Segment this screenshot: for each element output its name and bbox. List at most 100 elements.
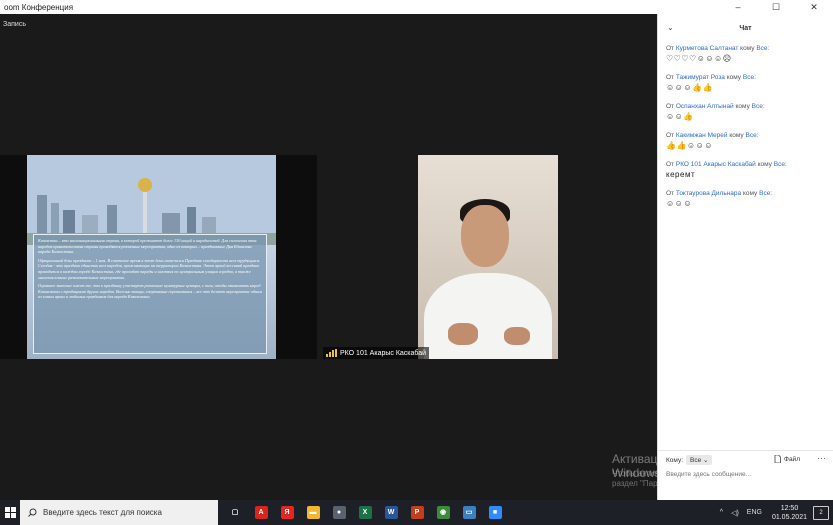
participant-video-tile[interactable] bbox=[418, 155, 558, 359]
to-word: кому bbox=[740, 45, 755, 52]
chat-message-list: От Курметова Салтанат кому Все: ♡♡♡♡☺☺☺☹ О… bbox=[658, 42, 833, 220]
chat-message: От Курметова Салтанат кому Все: ♡♡♡♡☺☺☺☹ bbox=[666, 44, 825, 65]
chevron-down-icon[interactable]: ⌄ bbox=[667, 23, 674, 32]
from-prefix: От bbox=[666, 132, 675, 139]
taskbar-search[interactable]: Введите здесь текст для поиска bbox=[20, 500, 218, 525]
chat-message: От Тажимурат Роза кому Все: ☺☺☺👍👍 bbox=[666, 73, 825, 94]
participant-name-tag: РКО 101 Акарыс Каскабай bbox=[323, 347, 430, 359]
search-icon bbox=[28, 508, 37, 517]
powerpoint-icon: P bbox=[410, 506, 424, 519]
desktop-taskbar-button[interactable]: ▭ bbox=[456, 500, 482, 525]
chat-message: От Какимжан Мерей кому Все: 👍👍☺☺☺ bbox=[666, 131, 825, 152]
word-taskbar-button[interactable]: W bbox=[378, 500, 404, 525]
slide-paragraph: Официальный день праздника – 1 мая. В со… bbox=[38, 257, 261, 280]
slide-paragraph: Огромное значение имеет то, что к праздн… bbox=[38, 283, 262, 300]
sender-name[interactable]: РКО 101 Акарыс Каскабай bbox=[676, 161, 756, 168]
from-prefix: От bbox=[666, 103, 675, 110]
yandex-icon: Я bbox=[280, 506, 294, 519]
sender-name[interactable]: Тажимурат Роза bbox=[676, 74, 725, 81]
to-label: Кому: bbox=[666, 456, 683, 464]
slide-paragraph: Казахстан – это многонациональная страна… bbox=[38, 238, 257, 255]
chat-title: Чат bbox=[739, 24, 752, 32]
chat-message: От Оспанхан Алтынай кому Все: ☺☺👍 bbox=[666, 102, 825, 123]
window-title: oom Конференция bbox=[4, 2, 74, 12]
speaker-icon[interactable]: ◁) bbox=[731, 509, 739, 517]
system-tray: ^ ◁) ENG 12:50 01.05.2021 2 bbox=[716, 500, 833, 525]
notification-center-button[interactable]: 2 bbox=[813, 505, 829, 520]
task-view-taskbar-button[interactable]: ▢ bbox=[222, 500, 248, 525]
chat-message-body: ☺☺👍 bbox=[666, 112, 694, 121]
presentation-slide: Казахстан – это многонациональная страна… bbox=[27, 155, 276, 359]
desktop-icon: ▭ bbox=[462, 506, 476, 519]
notification-count: 2 bbox=[819, 509, 823, 516]
recipient-name[interactable]: Все: bbox=[759, 190, 772, 197]
chat-message-meta: От Какимжан Мерей кому Все: bbox=[666, 131, 825, 140]
start-button[interactable] bbox=[0, 500, 20, 525]
file-explorer-taskbar-button[interactable]: ▬ bbox=[300, 500, 326, 525]
participant-hand bbox=[504, 327, 530, 345]
chat-message: От Токтаурова Дильнара кому Все: ☺☺☺ bbox=[666, 189, 825, 210]
file-icon bbox=[774, 455, 781, 463]
chat-panel: ⌄ Чат От Курметова Салтанат кому Все: ♡♡♡… bbox=[657, 14, 833, 500]
chat-message: От РКО 101 Акарыс Каскабай кому Все: кере… bbox=[666, 160, 825, 181]
excel-icon: X bbox=[358, 506, 372, 519]
close-button[interactable]: ✕ bbox=[795, 0, 833, 14]
maximize-button[interactable]: ☐ bbox=[757, 0, 795, 14]
to-word: кому bbox=[726, 74, 742, 81]
to-word: кому bbox=[742, 190, 758, 197]
recipient-select[interactable]: Все ⌄ bbox=[686, 455, 713, 465]
chat-message-body: керемт bbox=[666, 170, 696, 179]
recipient-name[interactable]: Все: bbox=[774, 161, 787, 168]
participant-face bbox=[461, 205, 509, 267]
yandex-taskbar-button[interactable]: Я bbox=[274, 500, 300, 525]
shared-screen-tile[interactable]: Казахстан – это многонациональная страна… bbox=[0, 155, 317, 359]
sender-name[interactable]: Оспанхан Алтынай bbox=[676, 103, 734, 110]
chat-message-meta: От Оспанхан Алтынай кому Все: bbox=[666, 102, 825, 111]
tray-chevron-icon[interactable]: ^ bbox=[720, 509, 723, 516]
from-prefix: От bbox=[666, 45, 675, 52]
taskbar-apps: ▢ A Я ▬ ● X W P ◉ ▭ ■ bbox=[222, 500, 508, 525]
chat-composer: Кому: Все ⌄ Файл ··· bbox=[658, 450, 833, 500]
zoom-icon: ■ bbox=[488, 506, 502, 519]
powerpoint-taskbar-button[interactable]: P bbox=[404, 500, 430, 525]
camera-icon: ● bbox=[332, 506, 346, 519]
recipient-row: Кому: Все ⌄ bbox=[666, 455, 713, 465]
task-view-icon: ▢ bbox=[228, 506, 242, 519]
slide-text-box: Казахстан – это многонациональная страна… bbox=[33, 234, 267, 354]
minimize-button[interactable]: – bbox=[719, 0, 757, 14]
sender-name[interactable]: Какимжан Мерей bbox=[676, 132, 728, 139]
acrobat-icon: A bbox=[254, 506, 268, 519]
title-bar: oom Конференция – ☐ ✕ bbox=[0, 0, 833, 14]
sender-name[interactable]: Токтаурова Дильнара bbox=[676, 190, 741, 197]
participant-hand bbox=[448, 323, 478, 345]
clock[interactable]: 12:50 01.05.2021 bbox=[772, 504, 807, 522]
recipient-name[interactable]: Все: bbox=[745, 132, 758, 139]
recipient-name[interactable]: Все: bbox=[756, 45, 769, 52]
chat-message-body: 👍👍☺☺☺ bbox=[666, 141, 713, 150]
file-button[interactable]: Файл bbox=[774, 455, 800, 463]
recipient-name[interactable]: Все: bbox=[743, 74, 756, 81]
language-indicator[interactable]: ENG bbox=[747, 509, 762, 516]
recipient-name[interactable]: Все: bbox=[752, 103, 765, 110]
excel-taskbar-button[interactable]: X bbox=[352, 500, 378, 525]
from-prefix: От bbox=[666, 161, 675, 168]
zoom-taskbar-button[interactable]: ■ bbox=[482, 500, 508, 525]
astana-skyline-image bbox=[27, 155, 276, 245]
windows-logo-icon bbox=[4, 507, 16, 518]
chat-message-meta: От Тажимурат Роза кому Все: bbox=[666, 73, 825, 82]
meeting-area: Запись Казахстан – это многонациональная… bbox=[0, 14, 773, 500]
camera-taskbar-button[interactable]: ● bbox=[326, 500, 352, 525]
chat-message-input[interactable] bbox=[666, 471, 826, 478]
sender-name[interactable]: Курметова Салтанат bbox=[676, 45, 739, 52]
more-options-button[interactable]: ··· bbox=[817, 453, 826, 463]
word-icon: W bbox=[384, 506, 398, 519]
chrome-taskbar-button[interactable]: ◉ bbox=[430, 500, 456, 525]
zoom-window: oom Конференция – ☐ ✕ Запись Казахстан –… bbox=[0, 0, 833, 525]
chrome-icon: ◉ bbox=[436, 506, 450, 519]
search-placeholder: Введите здесь текст для поиска bbox=[43, 508, 162, 517]
acrobat-taskbar-button[interactable]: A bbox=[248, 500, 274, 525]
participant-body bbox=[424, 273, 552, 359]
recording-label: Запись bbox=[3, 21, 26, 28]
to-word: кому bbox=[729, 132, 744, 139]
participant-name: РКО 101 Акарыс Каскабай bbox=[340, 349, 427, 357]
